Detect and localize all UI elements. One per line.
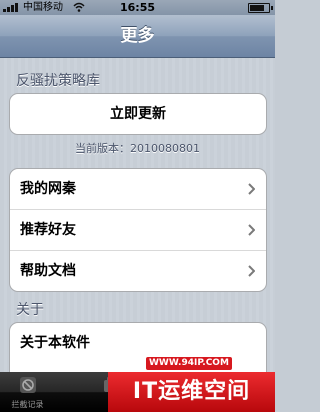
watermark-url: WWW.94IP.COM <box>146 357 232 370</box>
status-bar: 中国移动 16:55 <box>0 0 275 15</box>
status-time: 16:55 <box>119 1 155 14</box>
battery-icon <box>248 3 273 13</box>
tab-label: 拦截记录 <box>11 400 44 409</box>
update-now-button[interactable]: 立即更新 <box>10 94 266 134</box>
menu-item-label: 我的网秦 <box>20 181 76 197</box>
navigation-bar: 更多 <box>0 15 275 58</box>
section-title-strategy: 反骚扰策略库 <box>16 73 100 89</box>
menu-item-recommend[interactable]: 推荐好友 <box>10 210 266 251</box>
battery-level <box>250 5 264 11</box>
menu-item-my-netqin[interactable]: 我的网秦 <box>10 169 266 210</box>
tab-block-log[interactable]: 拦截记录 <box>0 372 55 412</box>
chevron-right-icon <box>248 265 255 277</box>
version-label: 当前版本：2010080801 <box>75 142 200 155</box>
chevron-right-icon <box>248 224 255 236</box>
menu-item-label: 帮助文档 <box>20 263 76 279</box>
menu-group: 我的网秦 推荐好友 帮助文档 <box>9 168 267 292</box>
section-title-about: 关于 <box>16 302 44 318</box>
update-group: 立即更新 <box>9 93 267 135</box>
block-icon <box>20 377 36 393</box>
menu-item-help[interactable]: 帮助文档 <box>10 251 266 291</box>
menu-item-label: 关于本软件 <box>20 335 90 351</box>
watermark-logo: IT运维空间 <box>108 372 275 412</box>
page-title: 更多 <box>120 26 155 46</box>
chevron-right-icon <box>248 183 255 195</box>
menu-item-label: 推荐好友 <box>20 222 76 238</box>
